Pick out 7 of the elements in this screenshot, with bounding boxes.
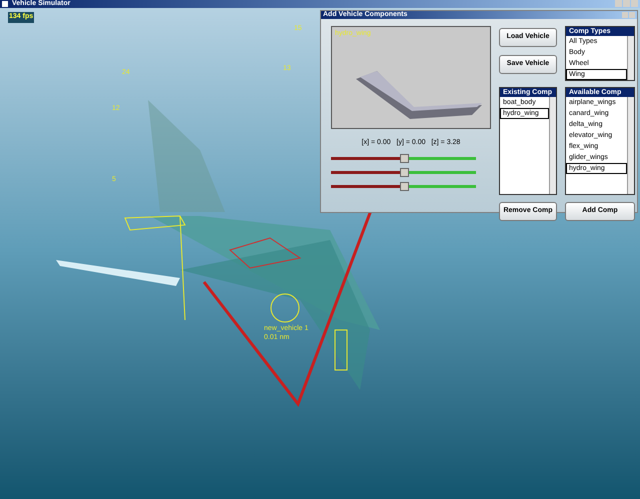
- scrollbar[interactable]: [549, 97, 556, 194]
- slider-thumb[interactable]: [400, 182, 408, 190]
- scrollbar[interactable]: [627, 97, 634, 194]
- scrollbar[interactable]: [627, 36, 634, 80]
- slider-thumb[interactable]: [400, 168, 408, 176]
- slider-thumb[interactable]: [400, 154, 408, 162]
- app-icon: [2, 1, 8, 7]
